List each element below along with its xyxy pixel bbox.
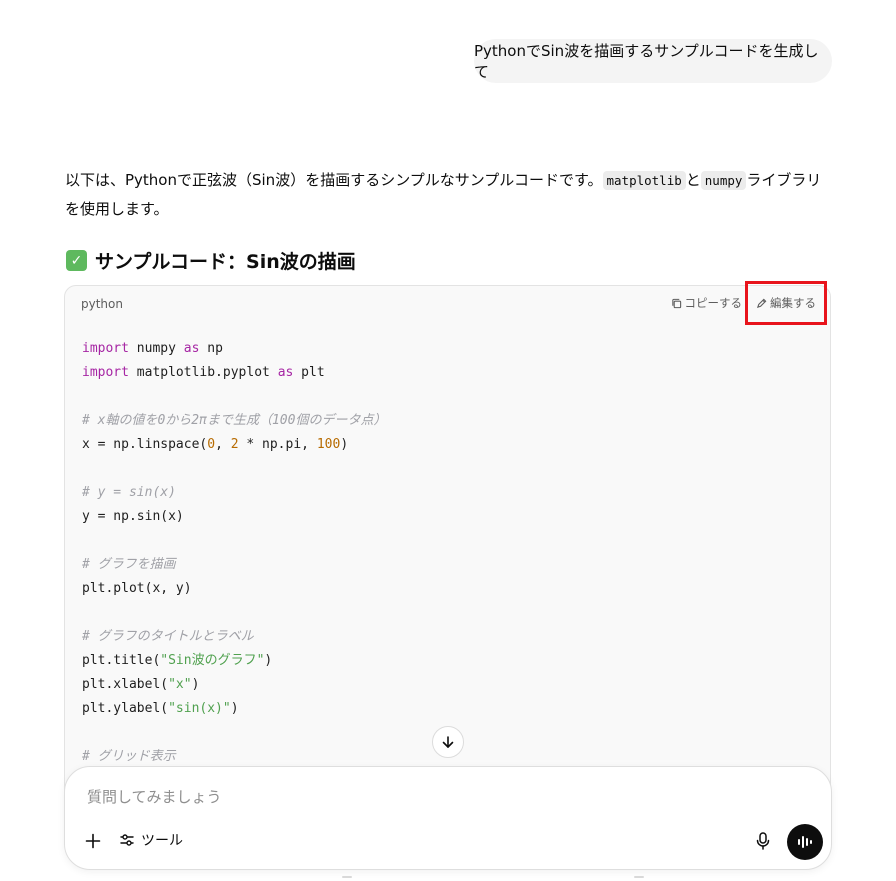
code-token: import	[82, 365, 129, 380]
code-line: y = np.sin(x)	[82, 509, 184, 524]
code-line: plt.title("Sin波のグラフ")	[82, 649, 386, 673]
bottom-fade-line-left	[342, 876, 352, 878]
code-token: "x"	[168, 677, 192, 692]
audio-wave-icon	[798, 836, 812, 848]
code-token: import	[82, 341, 129, 356]
code-token: "Sin波のグラフ"	[160, 653, 265, 668]
code-language-label: python	[81, 297, 123, 311]
code-token: 0	[207, 437, 216, 452]
code-line: import matplotlib.pyplot as plt	[82, 361, 386, 385]
code-line: import numpy as np	[82, 337, 386, 361]
code-line-comment: # グラフを描画	[82, 557, 176, 572]
code-token: * np.pi,	[238, 437, 317, 452]
microphone-icon	[756, 832, 770, 850]
sliders-icon	[120, 834, 134, 846]
code-line: x = np.linspace(0, 2 * np.pi, 100)	[82, 433, 386, 457]
copy-label: コピーする	[684, 296, 743, 310]
code-token: plt.xlabel(	[82, 677, 169, 692]
tools-button[interactable]: ツール	[119, 830, 183, 850]
assistant-intro-paragraph: 以下は、Pythonで正弦波（Sin波）を描画するシンプルなサンプルコードです。…	[65, 166, 835, 224]
code-token: numpy	[128, 341, 184, 356]
arrow-down-icon	[442, 736, 454, 748]
message-input[interactable]: 質問してみましょう	[87, 786, 222, 807]
voice-mode-button[interactable]	[787, 824, 823, 860]
tools-label: ツール	[141, 833, 183, 849]
inline-code-matplotlib: matplotlib	[602, 171, 686, 190]
code-token: matplotlib.pyplot	[128, 365, 278, 380]
code-line-comment: # グラフのタイトルとラベル	[82, 629, 254, 644]
heading-text: サンプルコード：Sin波の描画	[95, 251, 356, 273]
copy-code-button[interactable]: コピーする	[671, 295, 743, 311]
message-composer: 質問してみましょう ツール	[64, 766, 832, 870]
code-token: as	[277, 365, 294, 380]
code-token: 100	[316, 437, 341, 452]
code-token: as	[183, 341, 200, 356]
code-content: import numpy as np import matplotlib.pyp…	[82, 337, 386, 769]
section-heading: ✓ サンプルコード：Sin波の描画	[66, 247, 356, 274]
edit-button-highlight	[745, 281, 827, 325]
code-token: plt	[293, 365, 325, 380]
code-token: )	[340, 437, 349, 452]
bottom-fade-line-right	[634, 876, 644, 878]
code-token: )	[191, 677, 200, 692]
code-token: )	[264, 653, 273, 668]
code-token: np	[199, 341, 223, 356]
check-mark-icon: ✓	[66, 250, 87, 271]
code-token: )	[230, 701, 239, 716]
code-line: plt.plot(x, y)	[82, 581, 192, 596]
code-line-comment: # x軸の値を0から2πまで生成（100個のデータ点）	[82, 413, 387, 428]
code-line: plt.ylabel("sin(x)")	[82, 697, 386, 721]
copy-icon	[671, 298, 681, 308]
dictate-button[interactable]	[753, 831, 773, 851]
scroll-down-button[interactable]	[432, 726, 464, 758]
inline-code-numpy: numpy	[700, 171, 747, 190]
intro-text-2: と	[685, 171, 701, 189]
user-message-bubble: PythonでSin波を描画するサンプルコードを生成して	[474, 39, 832, 83]
code-token: x = np.linspace(	[82, 437, 208, 452]
code-line: plt.xlabel("x")	[82, 673, 386, 697]
add-attachment-button[interactable]	[81, 829, 105, 853]
code-token: plt.title(	[82, 653, 161, 668]
code-token: "sin(x)"	[168, 701, 231, 716]
user-message-text: PythonでSin波を描画するサンプルコードを生成して	[474, 42, 819, 81]
plus-icon	[85, 833, 101, 849]
code-token: ,	[215, 437, 231, 452]
code-token: 2	[230, 437, 239, 452]
code-line-comment: # y = sin(x)	[82, 485, 176, 500]
code-token: plt.ylabel(	[82, 701, 169, 716]
intro-text-1: 以下は、Pythonで正弦波（Sin波）を描画するシンプルなサンプルコードです。	[65, 171, 603, 189]
